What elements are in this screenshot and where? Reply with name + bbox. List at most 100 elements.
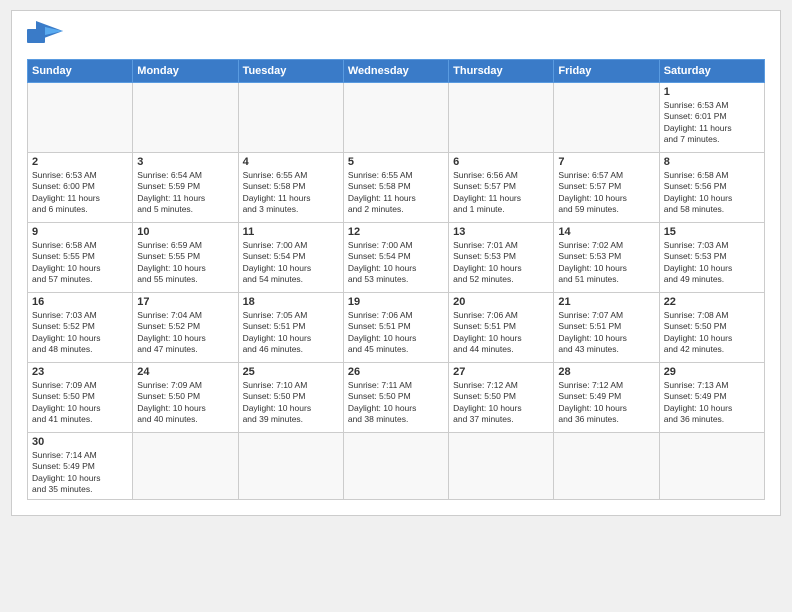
day-number: 20 bbox=[453, 296, 549, 308]
calendar-cell: 16Sunrise: 7:03 AM Sunset: 5:52 PM Dayli… bbox=[28, 293, 133, 363]
week-row-3: 9 Sunrise: 6:58 AM Sunset: 5:55 PM Daylig… bbox=[28, 223, 765, 293]
header bbox=[27, 21, 765, 51]
day-info: Sunrise: 7:09 AM Sunset: 5:50 PM Dayligh… bbox=[137, 380, 233, 426]
day-number: 7 bbox=[558, 156, 654, 168]
day-info: Sunrise: 6:58 AM Sunset: 5:56 PM Dayligh… bbox=[664, 170, 760, 216]
calendar-cell: 20 Sunrise: 7:06 AM Sunset: 5:51 PM Dayli… bbox=[449, 293, 554, 363]
day-number: 30 bbox=[32, 436, 128, 448]
calendar-cell: 7 Sunrise: 6:57 AM Sunset: 5:57 PM Daylig… bbox=[554, 153, 659, 223]
day-header-sunday: Sunday bbox=[28, 60, 133, 83]
calendar-cell bbox=[449, 433, 554, 500]
day-info: Sunrise: 6:58 AM Sunset: 5:55 PM Dayligh… bbox=[32, 240, 128, 286]
calendar-header: SundayMondayTuesdayWednesdayThursdayFrid… bbox=[28, 60, 765, 83]
calendar-cell bbox=[343, 433, 448, 500]
calendar-cell bbox=[133, 433, 238, 500]
day-info: Sunrise: 7:14 AM Sunset: 5:49 PM Dayligh… bbox=[32, 450, 128, 496]
day-number: 10 bbox=[137, 226, 233, 238]
calendar-cell bbox=[449, 83, 554, 153]
calendar-page: SundayMondayTuesdayWednesdayThursdayFrid… bbox=[11, 10, 781, 516]
calendar-cell: 21Sunrise: 7:07 AM Sunset: 5:51 PM Dayli… bbox=[554, 293, 659, 363]
day-info: Sunrise: 7:03 AM Sunset: 5:53 PM Dayligh… bbox=[664, 240, 760, 286]
days-header-row: SundayMondayTuesdayWednesdayThursdayFrid… bbox=[28, 60, 765, 83]
calendar-cell bbox=[554, 83, 659, 153]
calendar-cell: 11Sunrise: 7:00 AM Sunset: 5:54 PM Dayli… bbox=[238, 223, 343, 293]
calendar-cell: 1 Sunrise: 6:53 AM Sunset: 6:01 PM Daylig… bbox=[659, 83, 764, 153]
day-number: 8 bbox=[664, 156, 760, 168]
day-info: Sunrise: 6:53 AM Sunset: 6:00 PM Dayligh… bbox=[32, 170, 128, 216]
day-info: Sunrise: 7:00 AM Sunset: 5:54 PM Dayligh… bbox=[348, 240, 444, 286]
calendar-cell: 5 Sunrise: 6:55 AM Sunset: 5:58 PM Daylig… bbox=[343, 153, 448, 223]
day-info: Sunrise: 7:13 AM Sunset: 5:49 PM Dayligh… bbox=[664, 380, 760, 426]
calendar-cell bbox=[343, 83, 448, 153]
day-number: 29 bbox=[664, 366, 760, 378]
day-info: Sunrise: 7:12 AM Sunset: 5:49 PM Dayligh… bbox=[558, 380, 654, 426]
calendar-cell: 19 Sunrise: 7:06 AM Sunset: 5:51 PM Dayli… bbox=[343, 293, 448, 363]
day-info: Sunrise: 7:06 AM Sunset: 5:51 PM Dayligh… bbox=[348, 310, 444, 356]
day-info: Sunrise: 7:02 AM Sunset: 5:53 PM Dayligh… bbox=[558, 240, 654, 286]
day-number: 1 bbox=[664, 86, 760, 98]
calendar-cell: 24Sunrise: 7:09 AM Sunset: 5:50 PM Dayli… bbox=[133, 363, 238, 433]
day-number: 2 bbox=[32, 156, 128, 168]
day-number: 26 bbox=[348, 366, 444, 378]
calendar-cell bbox=[554, 433, 659, 500]
day-info: Sunrise: 6:56 AM Sunset: 5:57 PM Dayligh… bbox=[453, 170, 549, 216]
day-header-thursday: Thursday bbox=[449, 60, 554, 83]
calendar-cell: 2 Sunrise: 6:53 AM Sunset: 6:00 PM Daylig… bbox=[28, 153, 133, 223]
day-info: Sunrise: 6:53 AM Sunset: 6:01 PM Dayligh… bbox=[664, 100, 760, 146]
day-number: 14 bbox=[558, 226, 654, 238]
logo bbox=[27, 21, 67, 51]
day-number: 19 bbox=[348, 296, 444, 308]
week-row-1: 1 Sunrise: 6:53 AM Sunset: 6:01 PM Daylig… bbox=[28, 83, 765, 153]
day-number: 6 bbox=[453, 156, 549, 168]
day-info: Sunrise: 7:04 AM Sunset: 5:52 PM Dayligh… bbox=[137, 310, 233, 356]
week-row-5: 23Sunrise: 7:09 AM Sunset: 5:50 PM Dayli… bbox=[28, 363, 765, 433]
day-info: Sunrise: 6:55 AM Sunset: 5:58 PM Dayligh… bbox=[348, 170, 444, 216]
day-info: Sunrise: 6:54 AM Sunset: 5:59 PM Dayligh… bbox=[137, 170, 233, 216]
calendar-cell: 29 Sunrise: 7:13 AM Sunset: 5:49 PM Dayli… bbox=[659, 363, 764, 433]
calendar-cell: 22 Sunrise: 7:08 AM Sunset: 5:50 PM Dayli… bbox=[659, 293, 764, 363]
week-row-6: 30 Sunrise: 7:14 AM Sunset: 5:49 PM Dayli… bbox=[28, 433, 765, 500]
calendar-cell bbox=[659, 433, 764, 500]
calendar-cell: 15Sunrise: 7:03 AM Sunset: 5:53 PM Dayli… bbox=[659, 223, 764, 293]
day-info: Sunrise: 7:06 AM Sunset: 5:51 PM Dayligh… bbox=[453, 310, 549, 356]
calendar-cell: 27 Sunrise: 7:12 AM Sunset: 5:50 PM Dayli… bbox=[449, 363, 554, 433]
calendar-cell: 8 Sunrise: 6:58 AM Sunset: 5:56 PM Daylig… bbox=[659, 153, 764, 223]
week-row-4: 16Sunrise: 7:03 AM Sunset: 5:52 PM Dayli… bbox=[28, 293, 765, 363]
calendar-cell: 25Sunrise: 7:10 AM Sunset: 5:50 PM Dayli… bbox=[238, 363, 343, 433]
calendar-cell: 18 Sunrise: 7:05 AM Sunset: 5:51 PM Dayli… bbox=[238, 293, 343, 363]
calendar-cell bbox=[28, 83, 133, 153]
day-number: 27 bbox=[453, 366, 549, 378]
day-number: 9 bbox=[32, 226, 128, 238]
calendar-cell: 28 Sunrise: 7:12 AM Sunset: 5:49 PM Dayli… bbox=[554, 363, 659, 433]
calendar-cell: 10Sunrise: 6:59 AM Sunset: 5:55 PM Dayli… bbox=[133, 223, 238, 293]
day-number: 5 bbox=[348, 156, 444, 168]
day-header-friday: Friday bbox=[554, 60, 659, 83]
day-number: 28 bbox=[558, 366, 654, 378]
week-row-2: 2 Sunrise: 6:53 AM Sunset: 6:00 PM Daylig… bbox=[28, 153, 765, 223]
calendar-cell: 30 Sunrise: 7:14 AM Sunset: 5:49 PM Dayli… bbox=[28, 433, 133, 500]
day-info: Sunrise: 7:08 AM Sunset: 5:50 PM Dayligh… bbox=[664, 310, 760, 356]
day-info: Sunrise: 7:01 AM Sunset: 5:53 PM Dayligh… bbox=[453, 240, 549, 286]
calendar-cell bbox=[238, 433, 343, 500]
logo-icon bbox=[27, 21, 63, 51]
day-info: Sunrise: 7:10 AM Sunset: 5:50 PM Dayligh… bbox=[243, 380, 339, 426]
calendar-cell: 26 Sunrise: 7:11 AM Sunset: 5:50 PM Dayli… bbox=[343, 363, 448, 433]
calendar-cell bbox=[238, 83, 343, 153]
day-number: 11 bbox=[243, 226, 339, 238]
calendar-cell: 12Sunrise: 7:00 AM Sunset: 5:54 PM Dayli… bbox=[343, 223, 448, 293]
day-number: 22 bbox=[664, 296, 760, 308]
day-info: Sunrise: 7:12 AM Sunset: 5:50 PM Dayligh… bbox=[453, 380, 549, 426]
day-info: Sunrise: 6:55 AM Sunset: 5:58 PM Dayligh… bbox=[243, 170, 339, 216]
day-info: Sunrise: 7:05 AM Sunset: 5:51 PM Dayligh… bbox=[243, 310, 339, 356]
calendar-cell: 17Sunrise: 7:04 AM Sunset: 5:52 PM Dayli… bbox=[133, 293, 238, 363]
calendar-cell: 13 Sunrise: 7:01 AM Sunset: 5:53 PM Dayli… bbox=[449, 223, 554, 293]
day-number: 4 bbox=[243, 156, 339, 168]
day-number: 18 bbox=[243, 296, 339, 308]
day-info: Sunrise: 6:57 AM Sunset: 5:57 PM Dayligh… bbox=[558, 170, 654, 216]
day-number: 3 bbox=[137, 156, 233, 168]
day-info: Sunrise: 7:11 AM Sunset: 5:50 PM Dayligh… bbox=[348, 380, 444, 426]
calendar-cell: 6 Sunrise: 6:56 AM Sunset: 5:57 PM Daylig… bbox=[449, 153, 554, 223]
calendar-cell: 14 Sunrise: 7:02 AM Sunset: 5:53 PM Dayli… bbox=[554, 223, 659, 293]
day-number: 13 bbox=[453, 226, 549, 238]
day-info: Sunrise: 7:09 AM Sunset: 5:50 PM Dayligh… bbox=[32, 380, 128, 426]
